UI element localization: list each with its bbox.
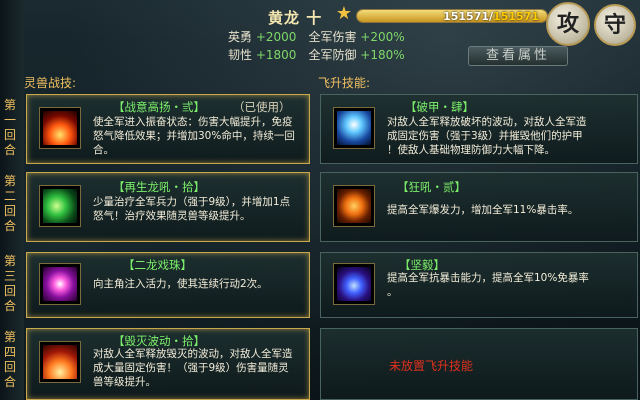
- ascend-skill-slot-3[interactable]: 【坚毅】 提高全军抗暴击能力，提高全军10%免暴率 。: [320, 252, 638, 318]
- attack-button[interactable]: 攻: [546, 2, 590, 46]
- skill-description: 少量治疗全军兵力（强于9级），并增加1点 怒气！治疗效果随灵兽等级提升。: [93, 196, 291, 222]
- skill-name: 【狂吼・贰】: [397, 180, 466, 194]
- hero-name: 黄龙 十: [268, 9, 323, 27]
- defense-button[interactable]: 守: [594, 4, 636, 46]
- armor-break-icon: [333, 107, 375, 149]
- skill-description: 提高全军抗暴击能力，提高全军10%免暴率 。: [387, 272, 589, 298]
- view-attributes-button[interactable]: 查看属性: [468, 46, 568, 66]
- used-tag: （已使用）: [233, 100, 291, 114]
- skill-description: 对敌人全军释放毁灭的波动，对敌人全军造 成大量固定伤害！（强于9级）伤害量随灵 …: [93, 348, 293, 388]
- row-label-1: 第一回合: [3, 98, 16, 157]
- beast-skill-slot-3[interactable]: 【二龙戏珠】 向主角注入活力，使其连续行动2次。: [26, 252, 310, 318]
- skill-name: 【战意高扬・弎】: [113, 100, 205, 114]
- skill-description: 对敌人全军释放破坏的波动，对敌人全军造 成固定伤害（强于3级）并摧毁他们的护甲 …: [387, 116, 587, 156]
- beast-skills-title: 灵兽战技:: [24, 76, 77, 90]
- stat-row-1: 英勇 +2000 全军伤害 +200%: [228, 30, 405, 44]
- pearl-icon: [39, 263, 81, 305]
- row-label-4: 第四回合: [3, 330, 16, 389]
- ascend-skill-slot-2[interactable]: 【狂吼・贰】 提高全军爆发力，增加全军11%暴击率。: [320, 172, 638, 242]
- beast-skill-slot-1[interactable]: 【战意高扬・弎】 （已使用） 使全军进入振奋状态：伤害大幅提升，免疫 怒气降低效…: [26, 94, 310, 164]
- roaring-beast-icon: [333, 185, 375, 227]
- destruction-wave-icon: [39, 341, 81, 383]
- ascend-skills-title: 飞升技能:: [318, 76, 371, 90]
- hp-bar: 151571/151571: [356, 9, 548, 23]
- empty-slot-text: 未放置飞升技能: [389, 359, 474, 373]
- flame-warrior-icon: [39, 107, 81, 149]
- skill-description: 使全军进入振奋状态：伤害大幅提升，免疫 怒气降低效果；并增加30%命中，持续一回…: [93, 116, 295, 156]
- row-label-2: 第二回合: [3, 174, 16, 233]
- beast-skill-slot-2[interactable]: 【再生龙吼・拾】 少量治疗全军兵力（强于9级），并增加1点 怒气！治疗效果随灵兽…: [26, 172, 310, 242]
- skill-description: 向主角注入活力，使其连续行动2次。: [93, 278, 268, 290]
- skill-name: 【再生龙吼・拾】: [113, 180, 205, 194]
- beast-skill-slot-4[interactable]: 【毁灭波动・拾】 对敌人全军释放毁灭的波动，对敌人全军造 成大量固定伤害！（强于…: [26, 328, 310, 400]
- skill-description: 提高全军爆发力，增加全军11%暴击率。: [387, 204, 579, 216]
- skill-name: 【破甲・肆】: [405, 100, 474, 114]
- green-dragon-icon: [39, 185, 81, 227]
- star-icon: ★: [335, 3, 353, 24]
- meditation-icon: [333, 263, 375, 305]
- skill-name: 【二龙戏珠】: [123, 258, 192, 272]
- stat-row-2: 韧性 +1800 全军防御 +180%: [228, 48, 405, 62]
- ascend-skill-slot-4[interactable]: 未放置飞升技能: [320, 328, 638, 400]
- row-label-3: 第三回合: [3, 254, 16, 313]
- ascend-skill-slot-1[interactable]: 【破甲・肆】 对敌人全军释放破坏的波动，对敌人全军造 成固定伤害（强于3级）并摧…: [320, 94, 638, 164]
- hp-text: 151571/151571: [443, 10, 539, 23]
